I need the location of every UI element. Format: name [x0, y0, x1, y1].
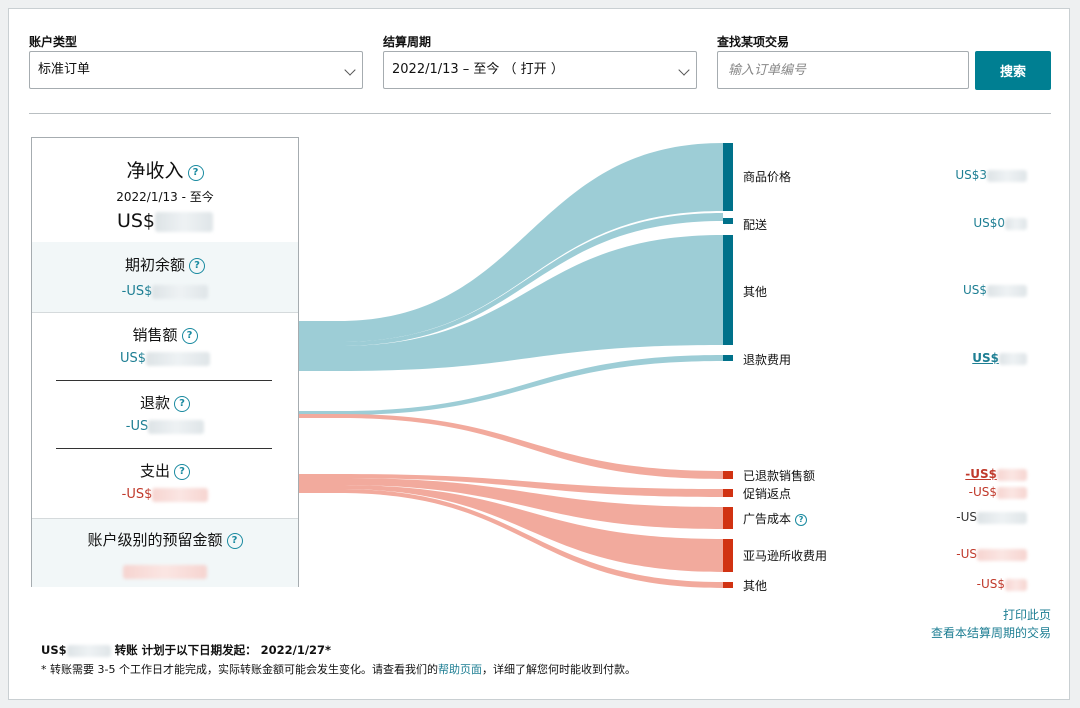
bar-refund-fees — [723, 355, 733, 361]
income-value-text: US$ — [972, 351, 999, 365]
ad-cost-label-text: 广告成本 — [743, 512, 792, 526]
flow-refunded-sales — [299, 414, 723, 479]
expense-value-text: -US — [956, 547, 977, 561]
income-value-shipping: US$0 — [889, 216, 1027, 230]
income-value-text: US$3 — [955, 168, 987, 182]
expense-value-ad-cost: -US — [889, 510, 1027, 524]
expense-value-refunded-sales[interactable]: -US$ — [889, 467, 1027, 481]
income-label-refund-fees: 退款费用 — [743, 353, 792, 367]
expense-value-text: -US$ — [968, 485, 997, 499]
bar-promo-rebates — [723, 489, 733, 497]
income-value-other: US$ — [889, 283, 1027, 297]
transfer-currency: US$ — [41, 643, 67, 657]
income-value-text: US$ — [962, 283, 987, 297]
bar-ad-cost — [723, 507, 733, 529]
redacted-amount — [977, 511, 1027, 524]
print-page-link[interactable]: 打印此页 — [889, 606, 1051, 623]
redacted-amount — [977, 548, 1027, 561]
help-icon[interactable]: ? — [795, 513, 808, 526]
expense-label-refunded-sales: 已退款销售额 — [743, 469, 816, 483]
expense-value-promo-rebates: -US$ — [889, 485, 1027, 499]
transfer-schedule: US$ 转账 计划于以下日期发起： 2022/1/27* — [41, 642, 331, 658]
expense-label-promo-rebates: 促销返点 — [743, 487, 792, 501]
redacted-amount — [987, 284, 1027, 297]
expense-label-ad-cost: 广告成本? — [743, 510, 808, 527]
bar-product-price — [723, 143, 733, 211]
redacted-amount — [66, 644, 111, 657]
expense-value-text: -US$ — [976, 577, 1005, 591]
income-value-refund-fees[interactable]: US$ — [889, 351, 1027, 365]
income-value-product-price: US$3 — [889, 168, 1027, 182]
redacted-amount — [997, 486, 1027, 499]
income-label-shipping: 配送 — [743, 218, 768, 232]
expense-value-text: -US$ — [965, 467, 997, 481]
redacted-amount — [999, 352, 1027, 365]
view-transactions-link[interactable]: 查看本结算周期的交易 — [869, 624, 1051, 641]
bar-shipping — [723, 218, 733, 224]
help-page-link[interactable]: 帮助页面 — [438, 663, 482, 676]
expense-value-amazon-fees: -US — [889, 547, 1027, 561]
bar-refunded-sales — [723, 471, 733, 479]
redacted-amount — [1005, 578, 1027, 591]
expense-value-text: -US — [956, 510, 977, 524]
transfer-note-suffix: ，详细了解您何时能收到付款。 — [481, 663, 636, 676]
settlement-dashboard: 账户类型 标准订单 结算周期 2022/1/13 – 至今 （ 打开 ） 查找某… — [8, 8, 1070, 700]
transfer-note: * 转账需要 3-5 个工作日才能完成，实际转账金额可能会发生变化。请查看我们的… — [41, 661, 1051, 677]
expense-label-other: 其他 — [743, 579, 768, 593]
transfer-note-prefix: * 转账需要 3-5 个工作日才能完成，实际转账金额可能会发生变化。请查看我们的 — [41, 663, 438, 676]
bar-amazon-fees — [723, 539, 733, 572]
redacted-amount — [1005, 217, 1027, 230]
transfer-text: 转账 计划于以下日期发起： 2022/1/27* — [114, 643, 332, 657]
expense-label-amazon-fees: 亚马逊所收费用 — [743, 549, 828, 563]
income-value-text: US$0 — [973, 216, 1005, 230]
redacted-amount — [997, 468, 1027, 481]
income-label-other: 其他 — [743, 285, 768, 299]
bar-other-expense — [723, 582, 733, 588]
income-label-product-price: 商品价格 — [743, 170, 792, 184]
redacted-amount — [987, 169, 1027, 182]
expense-value-other: -US$ — [889, 577, 1027, 591]
bar-other-income — [723, 235, 733, 345]
